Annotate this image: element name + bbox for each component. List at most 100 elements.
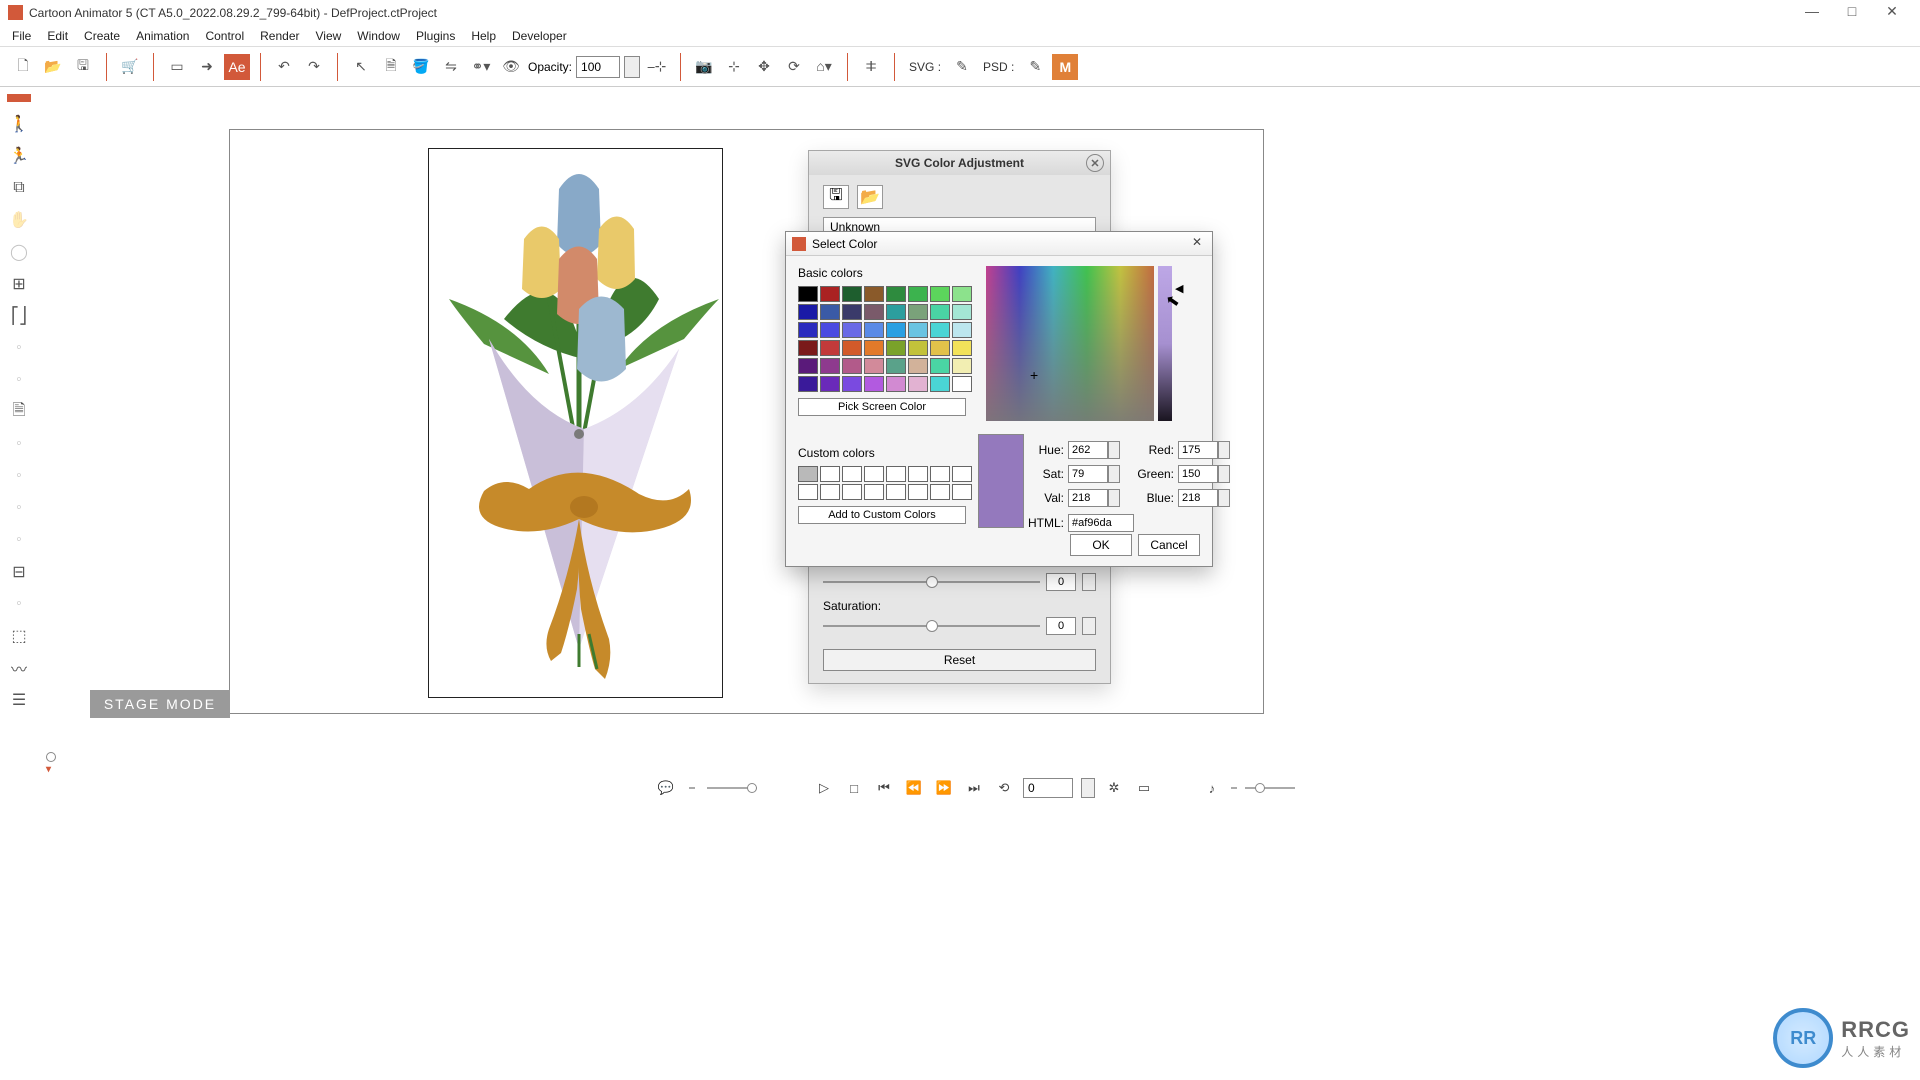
basic-swatch-15[interactable] xyxy=(952,304,972,320)
slider-1-value[interactable] xyxy=(1046,573,1076,591)
circle-icon[interactable]: ◯ xyxy=(6,239,32,265)
slider-1-track[interactable] xyxy=(823,581,1040,583)
slider-1-spinner[interactable] xyxy=(1082,573,1096,591)
tool6-icon[interactable]: ◦ xyxy=(6,367,32,393)
custom-swatch-9[interactable] xyxy=(820,484,840,500)
sat-input[interactable] xyxy=(1068,465,1108,483)
frame-icon[interactable]: ▭ xyxy=(164,54,190,80)
custom-swatch-8[interactable] xyxy=(798,484,818,500)
audio-icon[interactable]: ♪ xyxy=(1201,778,1223,798)
basic-swatch-26[interactable] xyxy=(842,340,862,356)
basic-swatch-32[interactable] xyxy=(798,358,818,374)
red-spinner[interactable] xyxy=(1218,441,1230,459)
eye-icon[interactable]: 👁 xyxy=(498,54,524,80)
basic-swatch-0[interactable] xyxy=(798,286,818,302)
mirror-icon[interactable]: ⵐ xyxy=(858,54,884,80)
basic-swatch-45[interactable] xyxy=(908,376,928,392)
basic-swatch-11[interactable] xyxy=(864,304,884,320)
menu-plugins[interactable]: Plugins xyxy=(408,27,463,45)
menu-animation[interactable]: Animation xyxy=(128,27,197,45)
custom-swatch-5[interactable] xyxy=(908,466,928,482)
basic-swatch-4[interactable] xyxy=(886,286,906,302)
menu-render[interactable]: Render xyxy=(252,27,307,45)
range-icon[interactable]: ▭ xyxy=(1133,778,1155,798)
val-input[interactable] xyxy=(1068,489,1108,507)
home-icon[interactable]: ⌂▾ xyxy=(811,54,837,80)
tool9-icon[interactable]: ◦ xyxy=(6,495,32,521)
basic-swatch-14[interactable] xyxy=(930,304,950,320)
ok-button[interactable]: OK xyxy=(1070,534,1132,556)
basic-swatch-34[interactable] xyxy=(842,358,862,374)
artboard[interactable] xyxy=(428,148,723,698)
speak-slider[interactable] xyxy=(707,787,757,789)
loop-icon[interactable]: ⟲ xyxy=(993,778,1015,798)
custom-swatch-15[interactable] xyxy=(952,484,972,500)
basic-swatch-20[interactable] xyxy=(886,322,906,338)
panel-close-icon[interactable]: ✕ xyxy=(1086,154,1104,172)
menu-create[interactable]: Create xyxy=(76,27,128,45)
reset-button[interactable]: Reset xyxy=(823,649,1096,671)
lines-icon[interactable]: ☰ xyxy=(6,687,32,713)
basic-swatch-38[interactable] xyxy=(930,358,950,374)
basic-swatch-9[interactable] xyxy=(820,304,840,320)
basic-swatch-25[interactable] xyxy=(820,340,840,356)
opacity-input[interactable] xyxy=(576,56,620,78)
basic-swatch-44[interactable] xyxy=(886,376,906,392)
green-spinner[interactable] xyxy=(1218,465,1230,483)
tool10-icon[interactable]: ◦ xyxy=(6,527,32,553)
ae-button[interactable]: Ae xyxy=(224,54,250,80)
open-icon[interactable]: 📂 xyxy=(40,54,66,80)
custom-swatch-4[interactable] xyxy=(886,466,906,482)
custom-swatch-10[interactable] xyxy=(842,484,862,500)
basic-swatch-27[interactable] xyxy=(864,340,884,356)
settings-icon[interactable]: ✲ xyxy=(1103,778,1125,798)
dialog-close-icon[interactable]: ✕ xyxy=(1188,235,1206,253)
custom-swatch-14[interactable] xyxy=(930,484,950,500)
blue-spinner[interactable] xyxy=(1218,489,1230,507)
val-spinner[interactable] xyxy=(1108,489,1120,507)
basic-swatch-24[interactable] xyxy=(798,340,818,356)
link-icon[interactable]: ⚭▾ xyxy=(468,54,494,80)
basic-swatch-17[interactable] xyxy=(820,322,840,338)
basic-swatch-7[interactable] xyxy=(952,286,972,302)
volume-slider[interactable] xyxy=(1245,787,1295,789)
green-input[interactable] xyxy=(1178,465,1218,483)
hue-spinner[interactable] xyxy=(1108,441,1120,459)
basic-swatch-29[interactable] xyxy=(908,340,928,356)
basic-swatch-43[interactable] xyxy=(864,376,884,392)
custom-swatch-2[interactable] xyxy=(842,466,862,482)
anchor-icon[interactable]: ⊹ xyxy=(721,54,747,80)
timeline-playhead[interactable] xyxy=(46,752,56,762)
page-lt-icon[interactable]: 🗎 xyxy=(6,399,32,425)
save-preset-icon[interactable]: 🖫 xyxy=(823,185,849,209)
layer-icon[interactable]: ⧉ xyxy=(6,175,32,201)
bracket-icon[interactable]: ⎡⎦ xyxy=(6,303,32,329)
actor-icon[interactable]: 🚶 xyxy=(6,111,32,137)
pointer-icon[interactable]: ↖ xyxy=(348,54,374,80)
zigzag-icon[interactable]: 〰 xyxy=(6,655,32,681)
basic-swatch-42[interactable] xyxy=(842,376,862,392)
menu-help[interactable]: Help xyxy=(463,27,504,45)
menu-edit[interactable]: Edit xyxy=(39,27,76,45)
pick-screen-color-button[interactable]: Pick Screen Color xyxy=(798,398,966,416)
saturation-thumb[interactable] xyxy=(926,620,938,632)
basic-swatch-2[interactable] xyxy=(842,286,862,302)
speak-icon[interactable]: 💬 xyxy=(655,778,677,798)
tool7-icon[interactable]: ◦ xyxy=(6,431,32,457)
tool5-icon[interactable]: ◦ xyxy=(6,335,32,361)
basic-swatch-3[interactable] xyxy=(864,286,884,302)
basic-swatch-46[interactable] xyxy=(930,376,950,392)
timeline-track[interactable]: ▾ xyxy=(42,750,1908,764)
rotate-icon[interactable]: ⟳ xyxy=(781,54,807,80)
m-button[interactable]: M xyxy=(1052,54,1078,80)
move-icon[interactable]: ✥ xyxy=(751,54,777,80)
basic-swatch-12[interactable] xyxy=(886,304,906,320)
blue-input[interactable] xyxy=(1178,489,1218,507)
new-icon[interactable]: 🗋 xyxy=(10,54,36,80)
custom-swatch-12[interactable] xyxy=(886,484,906,500)
menu-window[interactable]: Window xyxy=(349,27,408,45)
add-custom-colors-button[interactable]: Add to Custom Colors xyxy=(798,506,966,524)
opacity-dropdown[interactable] xyxy=(624,56,640,78)
cancel-button[interactable]: Cancel xyxy=(1138,534,1200,556)
grid2-icon[interactable]: ⊟ xyxy=(6,559,32,585)
